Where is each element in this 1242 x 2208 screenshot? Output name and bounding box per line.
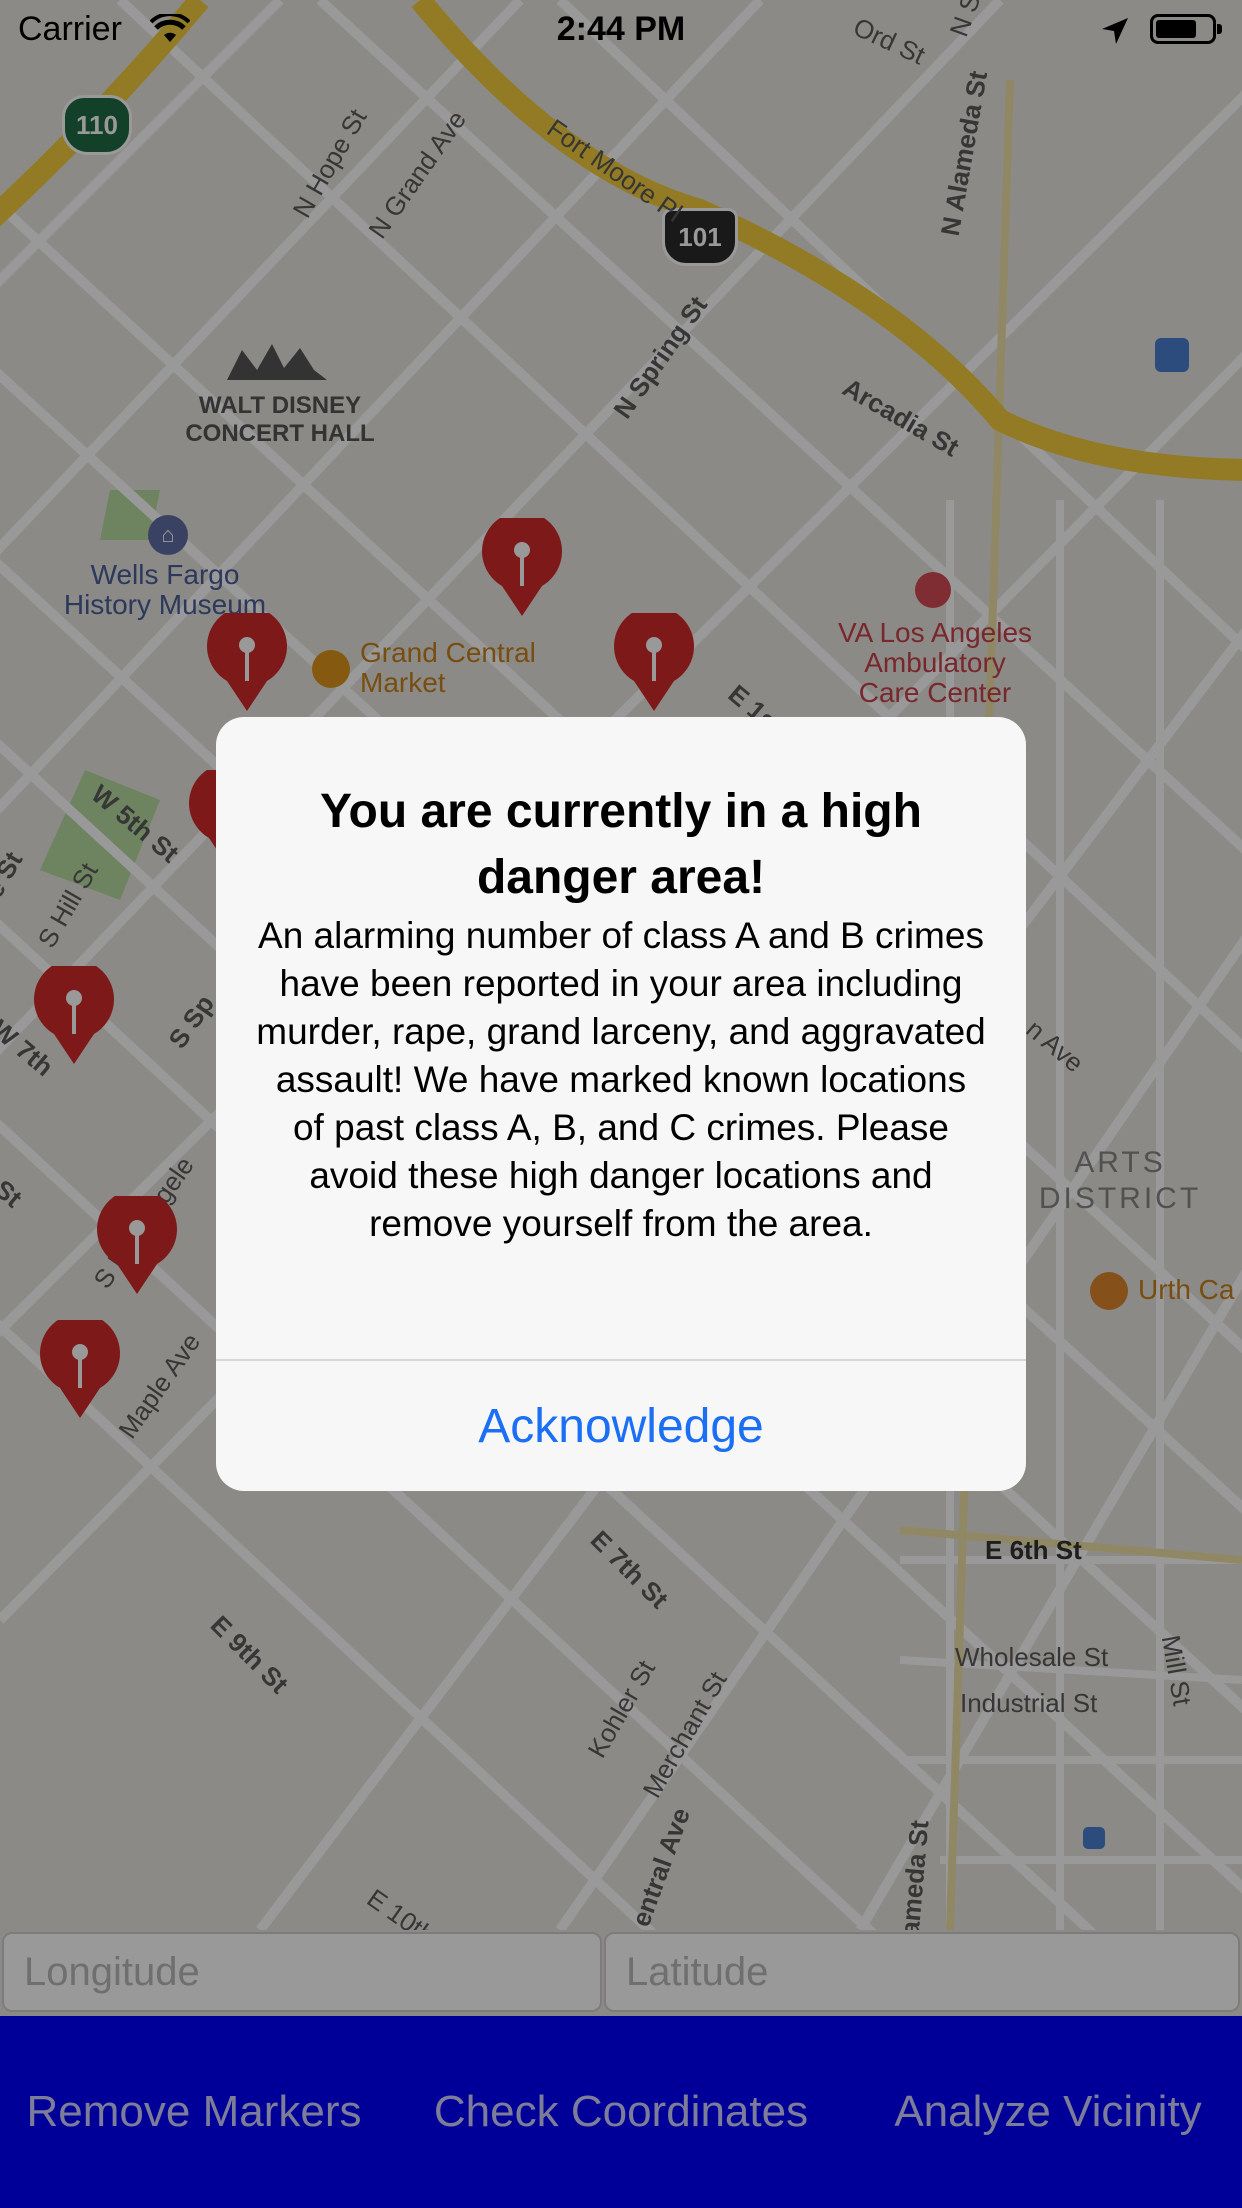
alert-message: An alarming number of class A and B crim…	[256, 915, 986, 1244]
battery-icon	[1150, 14, 1222, 44]
clock: 2:44 PM	[556, 10, 686, 48]
alert-title: You are currently in a high danger area!	[320, 785, 922, 904]
location-arrow-icon	[1102, 18, 1128, 44]
status-bar: Carrier 2:44 PM	[0, 0, 1242, 60]
acknowledge-button[interactable]: Acknowledge	[216, 1361, 1026, 1491]
alert-dialog: You are currently in a high danger area!…	[216, 717, 1026, 1491]
